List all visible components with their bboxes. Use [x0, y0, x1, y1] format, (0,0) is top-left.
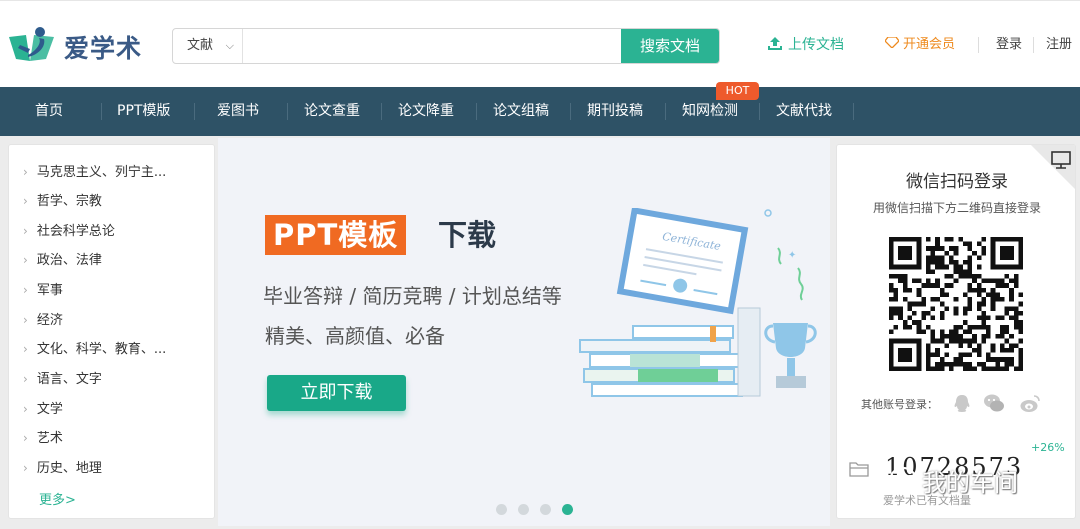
divider [1033, 37, 1034, 53]
chevron-right-icon: › [23, 431, 28, 445]
watermark-text: 我的车间 [922, 469, 1018, 497]
logo-mark-icon [9, 27, 54, 61]
divider [194, 103, 195, 120]
search-box: 文献 ⌵ 搜索文档 [172, 28, 720, 64]
category-item[interactable]: › 马克思主义、列宁主... [23, 161, 208, 181]
carousel-dot[interactable] [540, 504, 551, 515]
chevron-right-icon: › [23, 224, 28, 238]
wechat-login-title: 微信扫码登录 [906, 172, 1008, 192]
more-categories-link[interactable]: 更多> [39, 489, 76, 508]
upload-icon [768, 37, 782, 50]
upload-link[interactable]: 上传文档 [768, 35, 844, 55]
hot-badge: HOT [716, 82, 759, 100]
search-input[interactable] [244, 29, 624, 63]
category-item[interactable]: › 社会科学总论 [23, 220, 208, 240]
category-item[interactable]: › 历史、地理 [23, 457, 208, 477]
svg-text:✦: ✦ [788, 250, 796, 261]
category-item[interactable]: › 政治、法律 [23, 249, 208, 269]
carousel-dot-active[interactable] [562, 504, 573, 515]
folder-icon [849, 462, 869, 477]
banner-tag: PPT模板 [265, 215, 407, 255]
category-item[interactable]: › 经济 [23, 309, 208, 329]
carousel-dot[interactable] [496, 504, 507, 515]
register-link[interactable]: 注册 [1046, 35, 1072, 55]
banner-title: 下载 [438, 218, 497, 252]
weibo-icon[interactable] [1019, 393, 1041, 413]
chevron-right-icon: › [23, 165, 28, 179]
divider [759, 103, 760, 120]
diamond-icon [884, 36, 900, 49]
nav-item-ppt[interactable]: PPT模版 [117, 87, 170, 136]
chevron-right-icon: › [23, 402, 28, 416]
chevron-right-icon: › [23, 253, 28, 267]
logo-text: 爱学术 [64, 34, 143, 63]
nav-item-reduce-repeat[interactable]: 论文降重 [398, 87, 454, 136]
login-link[interactable]: 登录 [996, 35, 1022, 55]
chevron-right-icon: › [23, 342, 28, 356]
chevron-right-icon: › [23, 461, 28, 475]
chevron-right-icon: › [23, 194, 28, 208]
nav-item-find-literature[interactable]: 文献代找 [776, 87, 832, 136]
member-label: 开通会员 [903, 37, 956, 52]
search-type-select[interactable]: 文献 ⌵ [173, 29, 243, 63]
divider [101, 103, 102, 120]
promo-banner[interactable]: PPT模板 下载 毕业答辩 / 简历竞聘 / 计划总结等 精美、高颜值、必备 立… [218, 138, 830, 526]
nav-item-plagiarism-check[interactable]: 论文查重 [304, 87, 360, 136]
qr-code [889, 237, 1023, 371]
nav-item-books[interactable]: 爱图书 [217, 87, 259, 136]
nav-item-paper-writing[interactable]: 论文组稿 [493, 87, 549, 136]
search-type-label: 文献 [187, 38, 214, 53]
qq-icon[interactable] [951, 393, 973, 413]
category-item[interactable]: › 哲学、宗教 [23, 190, 208, 210]
certificate-books-illustration: Certificate ✦ [579, 208, 817, 397]
wechat-watermark-icon [890, 466, 924, 494]
category-list: › 马克思主义、列宁主... › 哲学、宗教 › 社会科学总论 › 政治、法律 › 军事 … [8, 144, 215, 519]
banner-subtitle: 毕业答辩 / 简历竞聘 / 计划总结等 [263, 284, 562, 308]
download-now-button[interactable]: 立即下载 [267, 375, 406, 411]
member-link[interactable]: 开通会员 [884, 35, 956, 55]
divider [476, 103, 477, 120]
chevron-right-icon: › [23, 283, 28, 297]
other-login-label: 其他账号登录： [861, 398, 938, 411]
category-item[interactable]: › 艺术 [23, 427, 208, 447]
nav-item-journal-submit[interactable]: 期刊投稿 [587, 87, 643, 136]
chevron-down-icon: ⌵ [225, 39, 234, 52]
header: 爱学术 文献 ⌵ 搜索文档 上传文档 开通会员 登录 注册 [0, 0, 1080, 87]
category-item[interactable]: › 文化、科学、教育、... [23, 338, 208, 358]
divider [287, 103, 288, 120]
chevron-right-icon: › [23, 372, 28, 386]
upload-label: 上传文档 [788, 37, 844, 53]
wechat-icon[interactable] [983, 393, 1005, 413]
search-button[interactable]: 搜索文档 [621, 29, 719, 63]
growth-percentage: +26% [1031, 441, 1065, 454]
divider [978, 37, 979, 53]
category-item[interactable]: › 军事 [23, 279, 208, 299]
carousel-dot[interactable] [518, 504, 529, 515]
category-item[interactable]: › 语言、文字 [23, 368, 208, 388]
carousel-indicators [496, 504, 586, 516]
site-logo[interactable]: 爱学术 [6, 25, 146, 67]
chevron-right-icon: › [23, 313, 28, 327]
divider [665, 103, 666, 120]
divider [570, 103, 571, 120]
wechat-login-subtitle: 用微信扫描下方二维码直接登录 [872, 201, 1041, 215]
banner-subtitle: 精美、高颜值、必备 [265, 324, 445, 348]
main-nav: 首页 PPT模版 爱图书 论文查重 论文降重 论文组稿 期刊投稿 知网检测 文献… [0, 87, 1080, 136]
category-item[interactable]: › 文学 [23, 398, 208, 418]
divider [853, 103, 854, 120]
divider [381, 103, 382, 120]
nav-item-home[interactable]: 首页 [35, 87, 63, 136]
